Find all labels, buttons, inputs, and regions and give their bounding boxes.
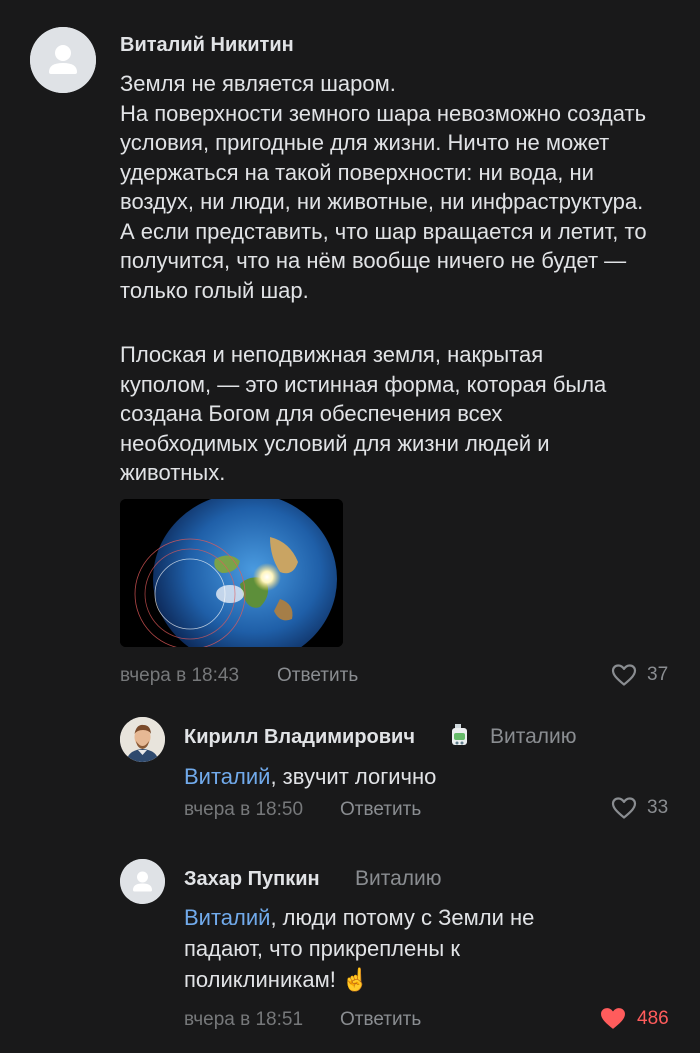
like-count: 486 — [637, 1007, 669, 1029]
reply-timestamp: вчера в 18:50 — [184, 799, 304, 820]
heart-outline-icon — [611, 664, 637, 686]
heart-filled-icon — [601, 1008, 625, 1029]
reply-timestamp: вчера в 18:51 — [184, 1009, 304, 1030]
default-avatar-icon — [30, 27, 96, 93]
author-avatar[interactable] — [30, 27, 96, 93]
reply-text: Виталий, звучит логично — [184, 762, 664, 792]
like-count: 33 — [647, 797, 669, 818]
badge-icon — [452, 724, 467, 745]
like-count: 37 — [647, 664, 669, 685]
like-button[interactable]: 33 — [611, 796, 668, 820]
reply-button[interactable]: Ответить — [340, 1009, 421, 1031]
default-avatar-icon — [120, 859, 165, 904]
comment-author[interactable]: Виталий Никитин — [120, 34, 294, 57]
like-button[interactable]: 37 — [611, 663, 668, 687]
reply-author-avatar[interactable] — [120, 717, 165, 762]
reply-author-avatar[interactable] — [120, 859, 165, 904]
reply-to-user[interactable]: Виталию — [490, 725, 577, 749]
comment-text-paragraph-1: Земля не является шаром. На поверхности … — [120, 71, 647, 303]
reply-button[interactable]: Ответить — [340, 799, 421, 821]
reply-text-body: , звучит логично — [270, 764, 437, 789]
heart-outline-icon — [611, 797, 637, 819]
comment-image-attachment[interactable] — [120, 499, 343, 647]
like-button[interactable]: 486 — [599, 1006, 669, 1031]
reply-author[interactable]: Захар Пупкин — [184, 868, 320, 891]
comment-text-paragraph-2: Плоская и неподвижная земля, накрытая ку… — [120, 342, 607, 485]
user-photo-avatar — [120, 717, 165, 762]
mention-link[interactable]: Виталий — [184, 905, 270, 930]
comment-timestamp: вчера в 18:43 — [120, 665, 240, 686]
reply-author[interactable]: Кирилл Владимирович — [184, 726, 415, 749]
reply-to-user[interactable]: Виталию — [355, 867, 442, 891]
mention-link[interactable]: Виталий — [184, 764, 270, 789]
flat-earth-image — [120, 499, 343, 647]
reply-button[interactable]: Ответить — [277, 665, 358, 687]
reply-text: Виталий, люди потому с Земли не падают, … — [184, 902, 564, 995]
